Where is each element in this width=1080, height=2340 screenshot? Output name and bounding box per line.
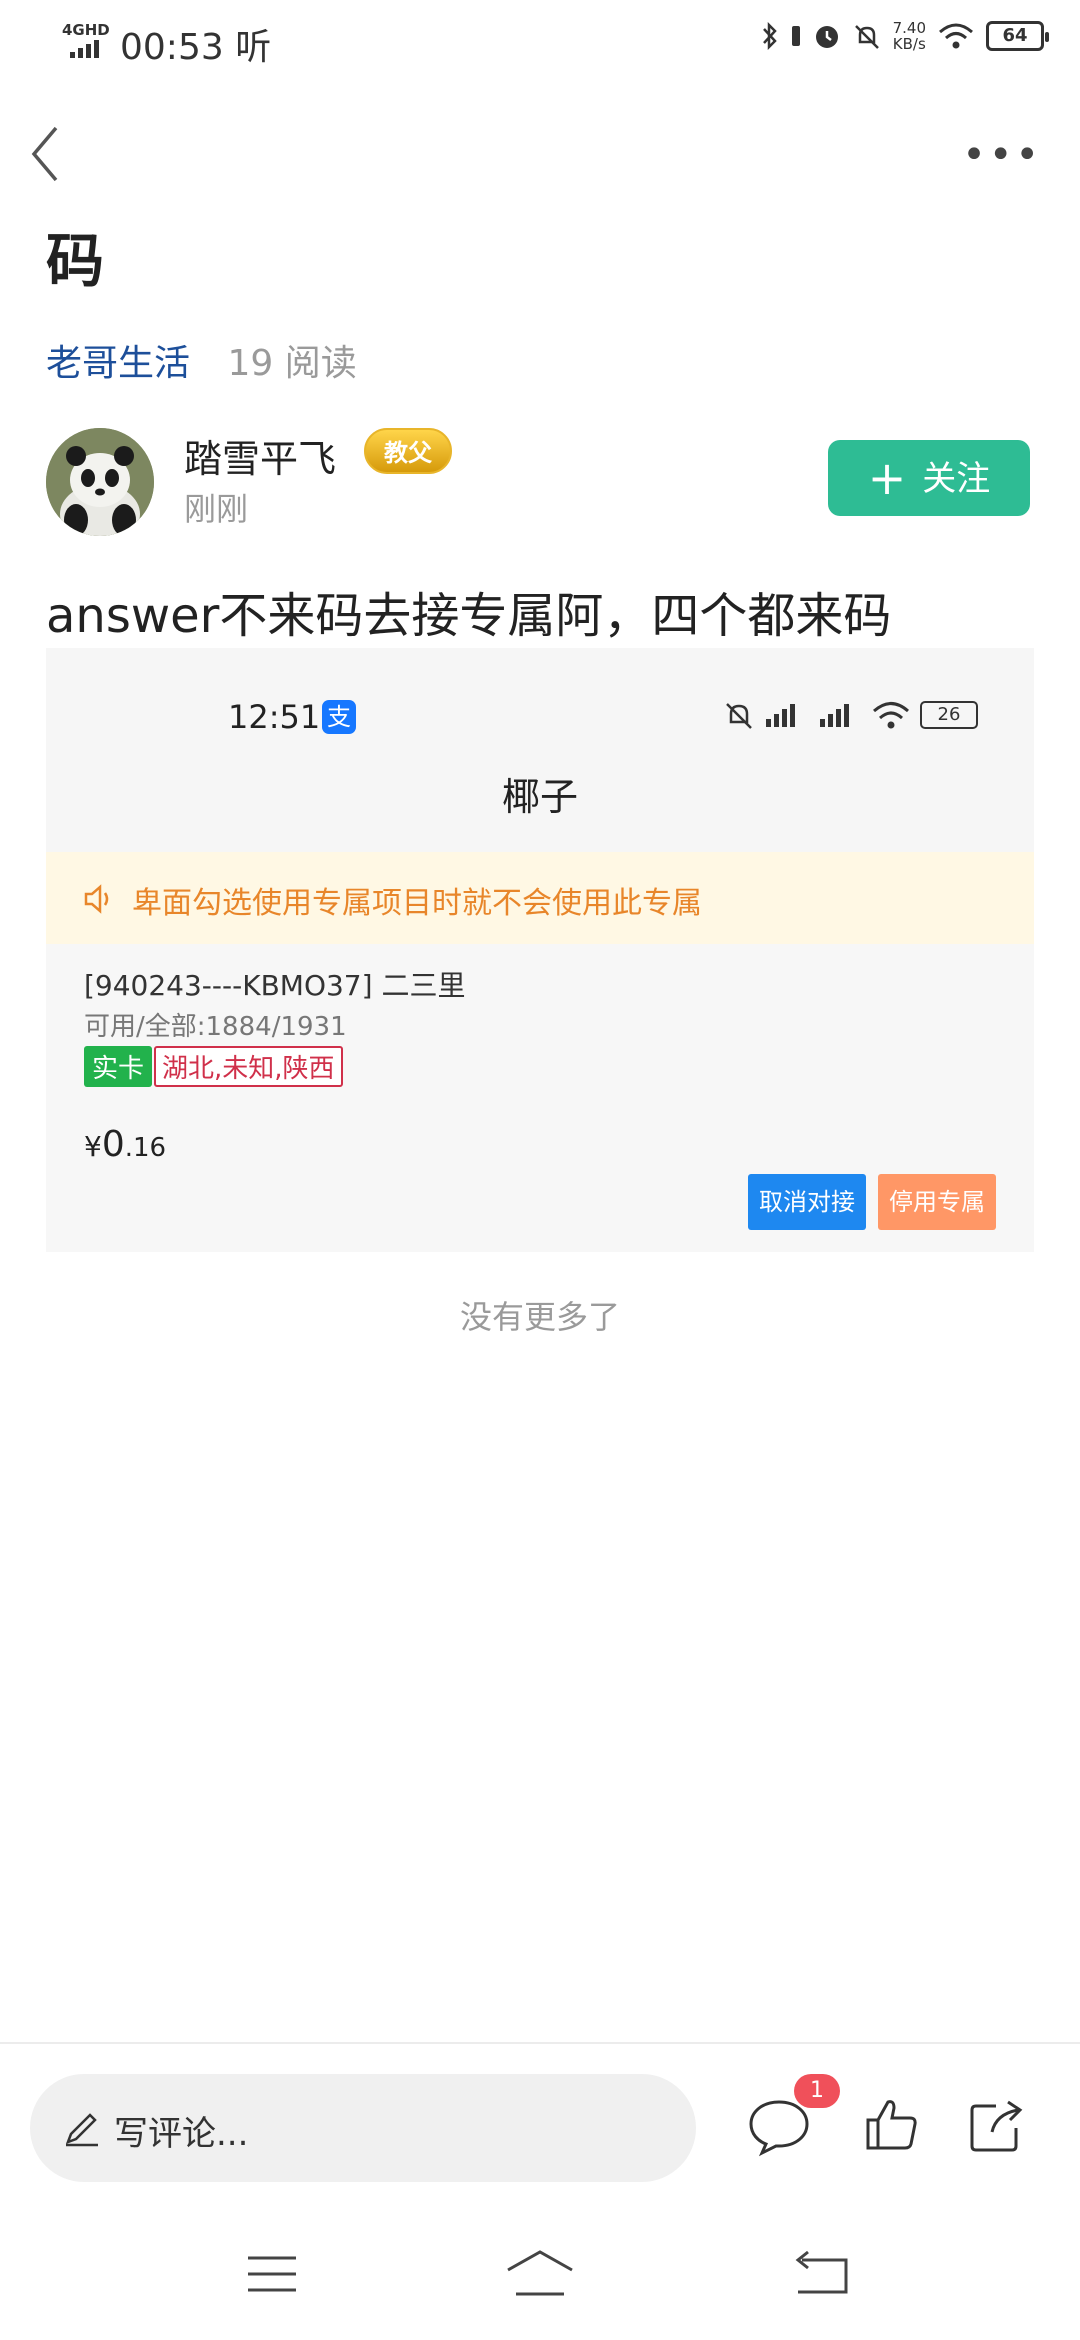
back-nav-button[interactable] — [792, 2248, 850, 2298]
carrier-glyph: 听 — [235, 27, 272, 68]
menu-nav-button[interactable] — [244, 2252, 300, 2296]
post-body-text: answer不来码去接专属阿，四个都来码 — [46, 588, 892, 644]
avatar[interactable] — [46, 428, 154, 536]
post-title: 码 — [46, 227, 105, 295]
tag-regions: 湖北,未知,陕西 — [154, 1046, 343, 1087]
status-icons: 7.40 KB/s 64 — [761, 20, 1049, 52]
mute-icon — [726, 703, 752, 729]
read-count: 19 阅读 — [227, 343, 357, 384]
speed-value: 7.40 — [892, 19, 926, 37]
follow-label: 关注 — [922, 459, 991, 499]
notice-banner: 卑面勾选使用专属项目时就不会使用此专属 — [46, 852, 1034, 944]
item-tags: 实卡 湖北,未知,陕西 — [84, 1046, 343, 1087]
follow-button[interactable]: + 关注 — [828, 440, 1030, 516]
embedded-header: 椰子 — [501, 775, 578, 819]
notice-text: 卑面勾选使用专属项目时就不会使用此专属 — [132, 886, 702, 921]
price-dec: .16 — [124, 1133, 167, 1163]
divider — [0, 2042, 1080, 2044]
cancel-docking-button: 取消对接 — [748, 1174, 866, 1230]
signal-icon — [70, 40, 99, 58]
share-icon[interactable] — [966, 2096, 1026, 2156]
mute-icon — [854, 25, 879, 49]
embedded-time: 12:51 — [228, 698, 321, 736]
plus-icon: + — [867, 451, 907, 505]
comment-count-badge: 1 — [794, 2074, 840, 2108]
end-of-list-text: 没有更多了 — [459, 1298, 620, 1336]
embedded-status-icons: 26 — [724, 700, 978, 730]
panda-avatar-icon — [46, 428, 154, 536]
back-button[interactable] — [26, 122, 66, 186]
author-badge: 教父 — [364, 428, 452, 474]
post-time: 刚刚 — [184, 490, 249, 528]
thumbs-up-icon[interactable] — [864, 2096, 920, 2152]
vibrate-icon — [791, 26, 800, 46]
status-time: 00:53 听 — [120, 18, 271, 70]
disable-exclusive-button: 停用专属 — [878, 1174, 996, 1230]
speed-unit: KB/s — [892, 35, 926, 53]
channel-link[interactable]: 老哥生活 — [46, 343, 190, 384]
more-options-button[interactable]: ••• — [962, 135, 1042, 175]
battery-icon: 64 — [986, 21, 1049, 51]
post-image[interactable]: 12:51 支 26 椰子 卑面勾选使用专属项目时就不会使用此专属 [94024… — [46, 648, 1034, 1252]
item-availability: 可用/全部:1884/1931 — [84, 1012, 347, 1042]
item-title: [940243----KBMO37] 二三里 — [84, 969, 466, 1002]
author-name[interactable]: 踏雪平飞 — [184, 428, 336, 483]
list-item: [940243----KBMO37] 二三里 可用/全部:1884/1931 实… — [46, 944, 1034, 1252]
status-bar: 4GHD 00:53 听 7.40 KB/s 64 — [0, 0, 1080, 84]
pen-icon — [65, 2113, 98, 2147]
comment-input[interactable]: 写评论... — [30, 2074, 696, 2182]
home-nav-button[interactable] — [504, 2246, 576, 2300]
tag-card-type: 实卡 — [84, 1046, 153, 1087]
price-int: 0 — [101, 1124, 125, 1165]
price-symbol: ¥ — [84, 1130, 102, 1163]
network-type: 4GHD — [62, 21, 110, 39]
comment-placeholder: 写评论... — [114, 2114, 249, 2154]
alarm-icon — [815, 26, 838, 48]
speaker-icon — [84, 884, 109, 914]
clock: 00:53 — [120, 27, 224, 68]
wifi-icon — [939, 23, 973, 49]
wifi-icon — [873, 702, 909, 729]
post-meta: 老哥生活 19 阅读 — [46, 334, 357, 386]
item-price: ¥0.16 — [84, 1124, 166, 1165]
article-page: 4GHD 00:53 听 7.40 KB/s 64 ••• 码 老哥生活 19 … — [0, 0, 1080, 2340]
battery-icon: 26 — [920, 701, 978, 729]
bluetooth-icon — [762, 22, 777, 50]
signal-icon — [766, 704, 795, 727]
signal-icon — [820, 704, 849, 727]
network-speed: 7.40 KB/s — [893, 20, 926, 52]
alipay-icon: 支 — [322, 700, 356, 734]
